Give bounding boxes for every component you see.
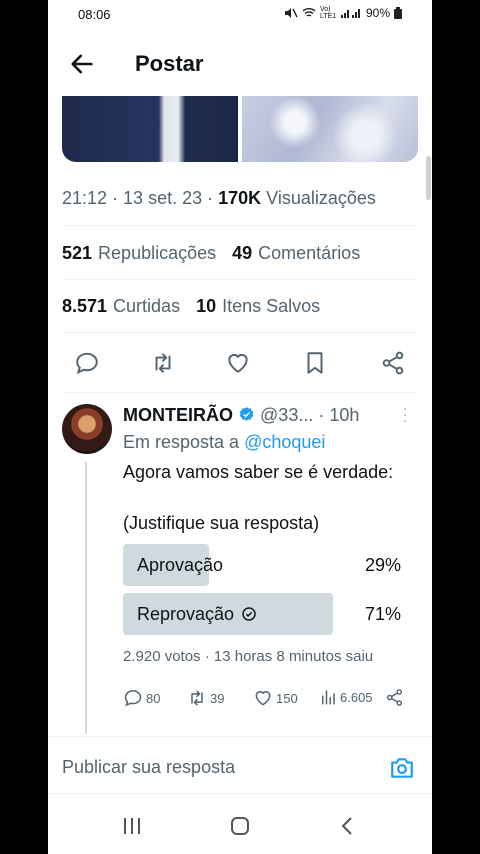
reply-count: 80 (146, 690, 161, 706)
reply-text-line1: Agora vamos saber se é verdade: (123, 462, 394, 482)
reposts-label: Republicações (98, 243, 217, 263)
comments-count: 49 (232, 243, 253, 263)
poll-option-percent: 29% (364, 555, 401, 575)
divider (62, 279, 416, 280)
in-reply-to: Em resposta a @choquei (123, 432, 325, 453)
verified-icon (239, 407, 254, 421)
comments-label: Comentários (258, 243, 361, 263)
more-options-icon[interactable]: · · · (403, 401, 408, 427)
thread-line (85, 462, 87, 734)
views-icon (322, 690, 335, 705)
camera-icon[interactable] (389, 755, 415, 781)
in-reply-prefix: Em resposta a (123, 432, 240, 452)
home-icon[interactable] (228, 814, 252, 838)
poll-option-2: Reprovação 71% (123, 593, 403, 635)
app-screen: 08:06 Vo) LTE1 90% Postar 21:12 · 13 set… (48, 0, 432, 854)
reply-action[interactable]: 80 (123, 688, 160, 708)
system-nav-bar (48, 800, 432, 854)
repost-comment-stats: 521 Republicações 49 Comentários (62, 243, 360, 264)
repost-count: 39 (210, 690, 225, 706)
avatar[interactable] (62, 404, 112, 454)
author-handle[interactable]: @33... (260, 405, 313, 425)
tweet-meta: 21:12 · 13 set. 23 · 170K Visualizações (62, 188, 376, 208)
repost-action[interactable]: 39 (187, 688, 224, 708)
recent-apps-icon[interactable] (120, 814, 144, 838)
views-count: 6.605 (340, 689, 373, 705)
comments-stat[interactable]: 49 Comentários (232, 243, 360, 263)
tweet-time: 21:12 (62, 188, 108, 208)
battery-percent: 90% (365, 6, 390, 20)
poll-meta: 2.920 votos · 13 horas 8 minutos saiu (123, 648, 374, 665)
views-action[interactable]: 6.605 (319, 688, 373, 706)
app-bar: Postar (48, 36, 432, 90)
reply-actions: 80 39 150 6.605 (123, 688, 408, 710)
author-name[interactable]: MONTEIRÃO (123, 405, 233, 425)
like-icon (255, 691, 271, 706)
wifi-icon (302, 8, 316, 17)
likes-count: 8.571 (62, 296, 108, 316)
views-count: 170K (218, 188, 262, 208)
signal-icon (340, 9, 360, 18)
poll-option-text: Reprovação (137, 604, 235, 624)
back-nav-icon[interactable] (336, 814, 360, 838)
poll-option-percent: 71% (364, 604, 401, 624)
tweet-date: 13 set. 23 (123, 188, 203, 208)
like-action[interactable]: 150 (253, 688, 298, 708)
divider (62, 392, 416, 393)
reply-author: MONTEIRÃO @33... · 10h (123, 405, 359, 426)
reposts-count: 521 (62, 243, 93, 263)
share-icon[interactable] (380, 350, 406, 376)
check-circle-icon (242, 607, 256, 621)
in-reply-handle[interactable]: @choquei (244, 432, 325, 452)
reply-age: · 10h (318, 405, 360, 425)
reply-icon (124, 690, 142, 707)
status-bar: 08:06 Vo) LTE1 90% (48, 0, 432, 30)
repost-icon[interactable] (150, 350, 176, 376)
views-label: Visualizações (266, 188, 376, 208)
tweet-media[interactable] (62, 96, 418, 162)
saves-count: 10 (196, 296, 217, 316)
divider (62, 332, 416, 333)
tweet-actions (62, 344, 416, 380)
poll-option-label: Aprovação (137, 555, 224, 575)
reposts-stat[interactable]: 521 Republicações (62, 243, 216, 263)
poll-option-label: Reprovação (137, 604, 257, 625)
divider (62, 225, 416, 226)
reply-input-placeholder[interactable]: Publicar sua resposta (62, 757, 235, 778)
status-time: 08:06 (78, 7, 111, 22)
saves-label: Itens Salvos (222, 296, 321, 316)
page-title: Postar (135, 51, 204, 76)
media-image-1[interactable] (62, 96, 238, 162)
back-arrow-icon[interactable] (68, 50, 96, 78)
like-icon[interactable] (225, 350, 251, 376)
reply-text-line2: (Justifique sua resposta) (123, 513, 320, 533)
like-count: 150 (276, 690, 298, 706)
mute-icon (284, 8, 298, 18)
bookmark-icon[interactable] (302, 350, 328, 376)
poll-option-1: Aprovação 29% (123, 544, 403, 586)
scrollbar[interactable] (426, 156, 431, 200)
share-action[interactable] (385, 688, 404, 707)
saves-stat[interactable]: 10 Itens Salvos (196, 296, 320, 316)
likes-label: Curtidas (113, 296, 181, 316)
share-icon (386, 689, 403, 706)
repost-icon (191, 690, 203, 706)
network-label: Vo) LTE1 (319, 6, 337, 20)
battery-icon (394, 7, 402, 19)
like-save-stats: 8.571 Curtidas 10 Itens Salvos (62, 296, 320, 317)
likes-stat[interactable]: 8.571 Curtidas (62, 296, 180, 316)
media-image-2[interactable] (242, 96, 418, 162)
reply-icon[interactable] (74, 350, 100, 376)
compose-reply[interactable]: Publicar sua resposta (48, 736, 432, 794)
status-icons: Vo) LTE1 90% (284, 6, 402, 20)
